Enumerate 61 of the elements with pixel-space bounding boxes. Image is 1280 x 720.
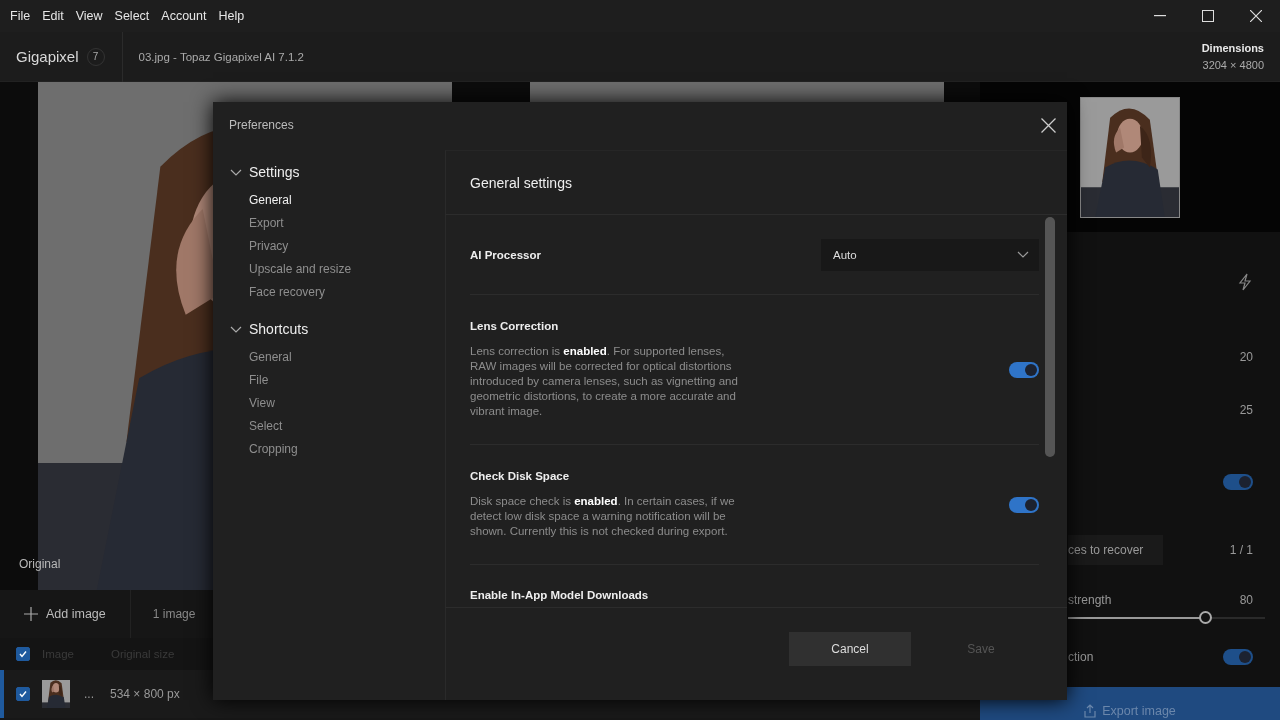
toggle-switch[interactable] bbox=[1223, 474, 1253, 490]
setting-label: Enable In-App Model Downloads bbox=[470, 589, 649, 601]
setting-description: Lens correction is enabled. For supported lenses, RAW images will be corrected for optical distortions introduced by camera lenses, such as vignetting and geometric distortions, to create a more accurate and vibrant image. bbox=[470, 344, 739, 419]
nav-item[interactable]: Cropping bbox=[229, 437, 445, 460]
dimensions-value: 3204 × 4800 bbox=[1202, 59, 1264, 71]
menu-item[interactable]: Account bbox=[155, 9, 213, 23]
select-all-checkbox[interactable] bbox=[16, 647, 30, 661]
nav-item[interactable]: Upscale and resize bbox=[229, 257, 445, 280]
nav-item[interactable]: Export bbox=[229, 211, 445, 234]
setting-value: 1 / 1 bbox=[1229, 542, 1253, 557]
processor-select[interactable]: Auto bbox=[821, 238, 1039, 271]
close-icon bbox=[1250, 10, 1262, 22]
nav-item[interactable]: General bbox=[229, 188, 445, 211]
setting-value: 25 bbox=[1239, 402, 1253, 417]
menu-item[interactable]: Help bbox=[212, 9, 251, 23]
setting-label: strength bbox=[1068, 592, 1112, 607]
section-heading: General settings bbox=[470, 174, 572, 191]
nav-item[interactable]: Face recovery bbox=[229, 280, 445, 303]
caret-icon bbox=[1017, 250, 1029, 259]
toggle-switch[interactable] bbox=[1009, 496, 1039, 513]
cancel-button[interactable]: Cancel bbox=[789, 632, 911, 666]
setting-label: Lens Correction bbox=[470, 320, 560, 332]
face-count-field[interactable]: ces to recover bbox=[1068, 534, 1164, 565]
window-title: 03.jpg - Topaz Gigapixel AI 7.1.2 bbox=[138, 50, 304, 63]
slider-thumb[interactable] bbox=[1198, 611, 1212, 624]
add-image-button[interactable]: Add image bbox=[20, 603, 110, 625]
plus-icon bbox=[24, 607, 38, 621]
image-count: 1 image bbox=[152, 607, 196, 621]
nav-item[interactable]: Select bbox=[229, 414, 445, 437]
dimensions-label: Dimensions bbox=[1201, 42, 1264, 54]
nav-item[interactable]: Privacy bbox=[229, 234, 445, 257]
dialog-title: Preferences bbox=[229, 118, 295, 132]
checkmark-icon bbox=[18, 649, 28, 659]
preview-label: Original bbox=[19, 557, 61, 571]
menu-item[interactable]: Select bbox=[108, 9, 156, 23]
setting-description: Disk space check is enabled. In certain cases, if we detect low disk space a warning notification will be shown. Currently this is not checked during export. bbox=[470, 494, 736, 539]
menu-item[interactable]: View bbox=[69, 9, 109, 23]
setting-label: ction bbox=[1068, 650, 1094, 664]
maximize-icon bbox=[1202, 10, 1214, 22]
nav-item[interactable]: View bbox=[229, 391, 445, 414]
nav-group[interactable]: Shortcuts bbox=[229, 321, 445, 337]
setting-label: AI Processor bbox=[470, 248, 541, 261]
checkmark-icon bbox=[18, 689, 28, 699]
toggle-switch[interactable] bbox=[1009, 361, 1039, 378]
minimize-icon bbox=[1154, 15, 1166, 17]
setting-value: 80 bbox=[1239, 592, 1253, 607]
lightning-icon[interactable] bbox=[1237, 273, 1253, 291]
image-size: 534 × 800 px bbox=[110, 687, 180, 701]
app-name: Gigapixel bbox=[16, 48, 79, 65]
nav-group[interactable]: Settings bbox=[229, 164, 445, 180]
nav-item[interactable]: File bbox=[229, 368, 445, 391]
menu-item[interactable]: File bbox=[4, 9, 37, 23]
row-checkbox[interactable] bbox=[16, 687, 30, 701]
image-name: ... bbox=[84, 687, 94, 701]
scrollbar-thumb[interactable] bbox=[1045, 217, 1055, 457]
share-icon bbox=[1084, 704, 1097, 718]
toggle-switch[interactable] bbox=[1223, 649, 1253, 665]
setting-label: Check Disk Space bbox=[470, 470, 571, 482]
menu-item[interactable]: Edit bbox=[36, 9, 70, 23]
setting-value: 20 bbox=[1239, 350, 1253, 364]
nav-item[interactable]: General bbox=[229, 345, 445, 368]
